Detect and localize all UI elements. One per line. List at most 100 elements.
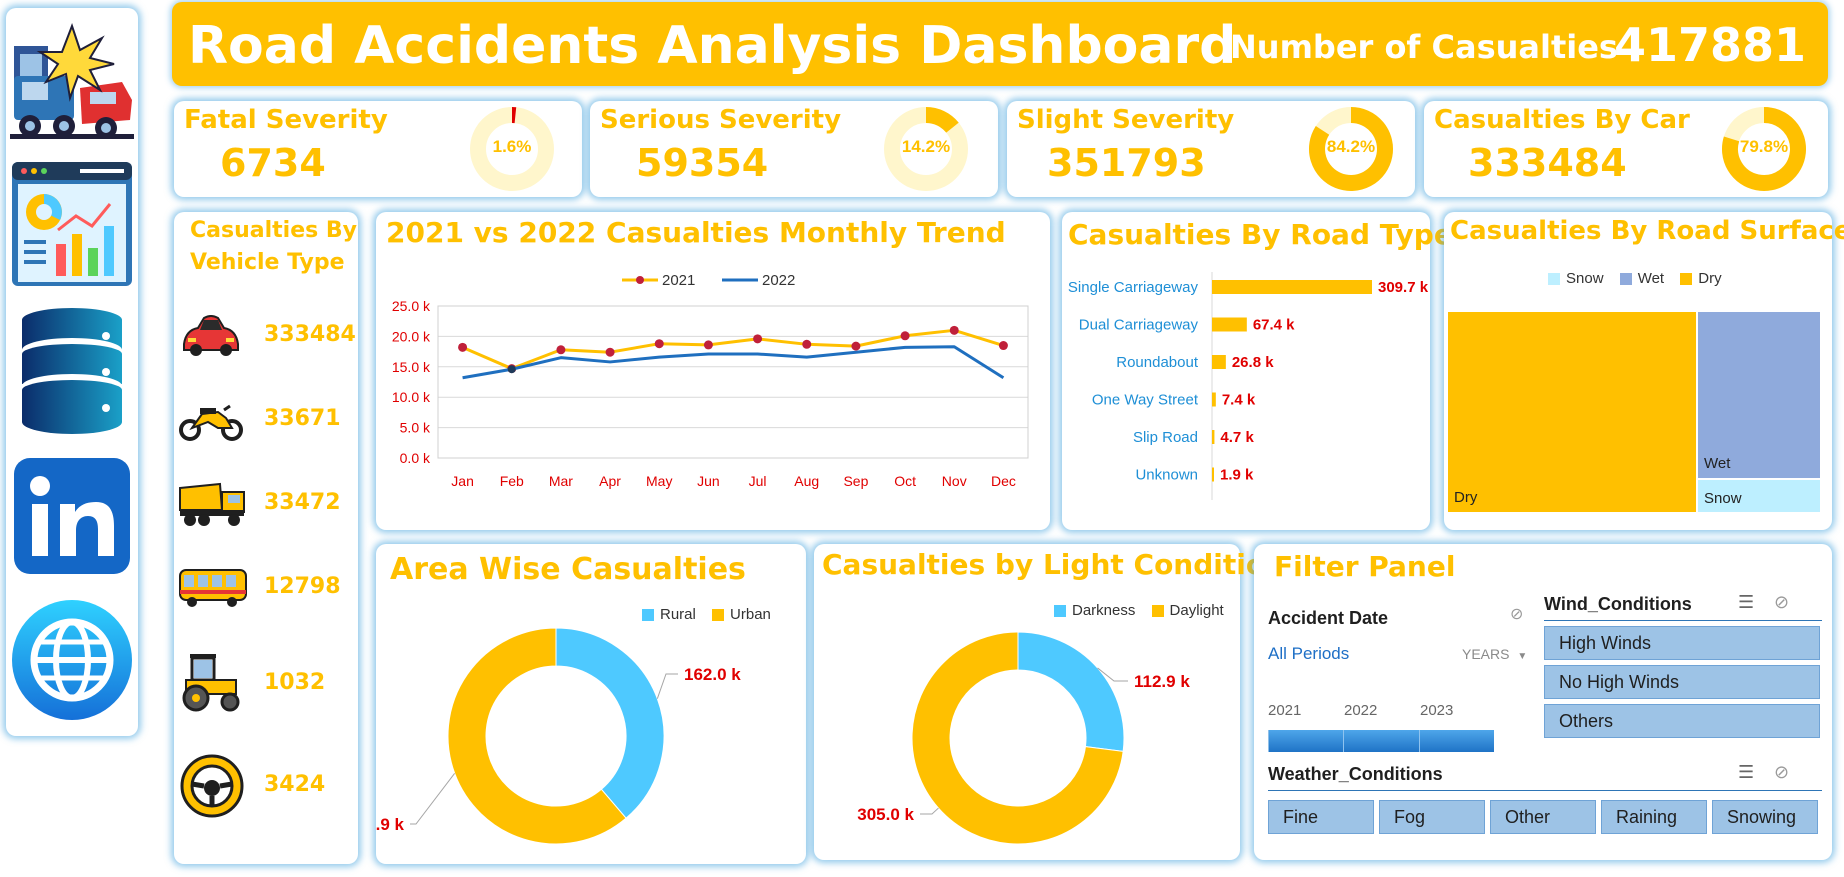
legend-label: 2021 [662,272,695,289]
donut-value-label: 162.0 k [684,665,741,684]
kpi-percent: 79.8% [1739,137,1789,156]
donut-slice [1017,631,1125,752]
y-tick-label: 0.0 k [400,450,431,466]
donut-slice [555,627,665,819]
kpi-card-serious: Serious Severity 59354 14.2% [590,101,998,197]
kpi-title: Fatal Severity [184,105,388,135]
sidebar [6,8,138,736]
bar-value-label: 4.7 k [1220,429,1254,446]
legend-label: Snow [1566,270,1604,287]
header-banner: Road Accidents Analysis Dashboard Number… [172,2,1828,86]
bar [1212,280,1372,294]
area-wise-card: Area Wise Casualties Rural Urban 162.0 k… [376,544,806,864]
weather-option-fog[interactable]: Fog [1379,800,1485,834]
database-icon [22,308,122,434]
treemap-dry: Dry [1448,312,1696,512]
vehicle-value: 33671 [264,406,341,431]
vehicle-value: 1032 [264,670,326,695]
trend-title: 2021 vs 2022 Casualties Monthly Trend [386,216,1006,249]
weather-option-snowing[interactable]: Snowing [1712,800,1818,834]
bar-category-label: One Way Street [1092,392,1199,409]
clear-filter-icon[interactable]: ⊘ [1774,762,1789,783]
bar-category-label: Unknown [1135,467,1198,484]
globe-icon[interactable] [10,594,134,726]
light-donut-chart: 112.9 k 305.0 k [857,631,1190,845]
y-tick-label: 10.0 k [392,389,431,405]
years-label: YEARS [1462,646,1510,662]
bar-value-label: 7.4 k [1222,392,1256,409]
legend-item: Snow [1548,270,1604,287]
tractor-icon [182,654,240,712]
bar-value-label: 26.8 k [1232,354,1274,371]
years-dropdown[interactable]: YEARS ▼ [1462,646,1527,662]
donut-value-label: 112.9 k [1134,672,1190,691]
x-tick-label: May [646,473,672,489]
kpi-card-slight: Slight Severity 351793 84.2% [1007,101,1415,197]
legend-label: Daylight [1169,602,1224,619]
data-point-2021 [949,325,959,335]
wind-option-no-high-winds[interactable]: No High Winds [1544,665,1820,699]
clear-filter-icon[interactable]: ⊘ [1774,592,1789,613]
chevron-down-icon: ▼ [1517,651,1528,662]
legend-label: Darkness [1072,602,1136,619]
road-type-title: Casualties By Road Type [1068,218,1453,251]
year-label: 2022 [1344,702,1378,719]
kpi-value: 351793 [1047,141,1206,185]
kpi-percent: 1.6% [492,137,532,156]
casualties-value: 417881 [1614,18,1807,72]
analytics-dashboard-icon [12,162,132,286]
x-tick-label: Oct [894,473,916,489]
plot-area [437,305,1029,459]
weather-option-raining[interactable]: Raining [1601,800,1707,834]
vehicle-row: 1032 [174,650,352,720]
legend-item: Urban [712,606,771,623]
donut-value-label: 305.0 k [857,805,914,824]
light-legend: Darkness Daylight [1054,602,1224,619]
date-slicer: Accident Date ⊘ All Periods YEARS ▼ 2021… [1268,592,1548,792]
light-condition-card: Casualties by Light Condition Darkness D… [814,544,1285,860]
multi-select-icon[interactable]: ☰ [1738,592,1754,613]
trend-chart: 2021 2022 0.0 k 5.0 k 10.0 k 15.0 k 20.0 k 25.0… [392,272,1029,489]
year-label: 2021 [1268,702,1302,719]
kpi-card-fatal: Fatal Severity 6734 1.6% [174,101,582,197]
kpi-percent: 14.2% [901,137,951,156]
data-point-2021 [605,347,615,357]
weather-option-other[interactable]: Other [1490,800,1596,834]
road-surface-card: Casualties By Road Surface Snow Wet Dry … [1444,212,1844,530]
x-tick-label: Jun [697,473,720,489]
data-point-2021 [900,331,910,341]
donut-value-label: 255.9 k [376,815,405,834]
multi-select-icon[interactable]: ☰ [1738,762,1754,783]
area-donut-chart: 162.0 k 255.9 k [376,627,741,845]
clear-filter-icon[interactable]: ⊘ [1510,604,1523,624]
leader-line [920,807,939,815]
casualties-label: Number of Casualties [1230,28,1618,66]
wind-slicer-title: Wind_Conditions [1544,594,1692,614]
leader-line [656,673,678,699]
data-point-2021 [703,340,713,350]
period-label[interactable]: All Periods [1268,644,1349,664]
bar-category-label: Roundabout [1116,354,1199,371]
filter-panel: Filter Panel Accident Date ⊘ All Periods… [1254,544,1832,860]
legend-label: Dry [1698,270,1722,287]
weather-option-fine[interactable]: Fine [1268,800,1374,834]
timeline-bar[interactable] [1268,730,1494,752]
y-tick-label: 15.0 k [392,359,431,375]
wind-option-others[interactable]: Others [1544,704,1820,738]
legend-item: Dry [1680,270,1722,287]
wind-option-high-winds[interactable]: High Winds [1544,626,1820,660]
data-point-2021 [753,334,763,344]
vehicle-value: 33472 [264,490,341,515]
road-type-card: Casualties By Road Type Single Carriagew… [1062,212,1453,530]
legend-item: Wet [1619,270,1664,287]
date-slicer-label: Accident Date [1268,608,1389,628]
vehicle-type-card: Casualties By Vehicle Type 333484 33671 [174,212,358,864]
treemap-snow: Snow [1698,480,1820,512]
bar [1212,467,1214,482]
data-point-2021 [556,345,566,355]
x-tick-label: Feb [500,473,524,489]
linkedin-icon[interactable] [12,456,132,576]
x-tick-label: Dec [991,473,1016,489]
leader-line [410,773,456,825]
data-point-2022 [507,365,516,374]
